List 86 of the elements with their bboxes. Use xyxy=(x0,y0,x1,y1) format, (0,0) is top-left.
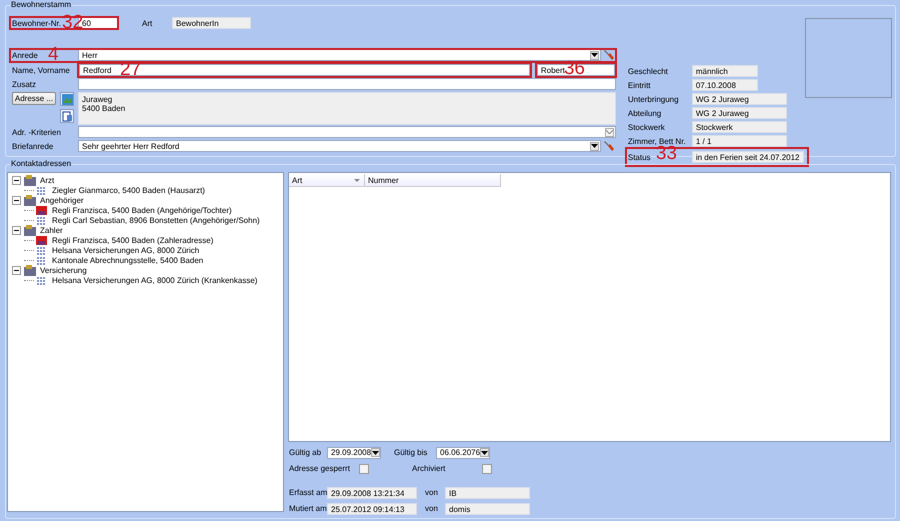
tree-item[interactable]: Regli Franzisca, 5400 Baden (Zahleradresse) xyxy=(52,236,214,244)
folder-icon xyxy=(24,174,36,186)
wrench-icon[interactable] xyxy=(602,48,616,62)
date-picker[interactable]: 06.06.2076 xyxy=(436,446,490,458)
address-button[interactable]: Adresse ... xyxy=(12,92,56,105)
field-label: Art xyxy=(141,18,154,28)
field-label: Zusatz xyxy=(11,80,38,88)
field-label: Abteilung xyxy=(628,108,662,118)
collapse-icon[interactable] xyxy=(12,226,21,234)
card-icon xyxy=(36,236,47,244)
address-text: Juraweg 5400 Baden xyxy=(78,92,616,125)
collapse-icon[interactable] xyxy=(12,176,21,184)
tree-item[interactable]: Regli Franzisca, 5400 Baden (Angehörige/Tochter) xyxy=(52,206,232,214)
callout-number: 27 xyxy=(120,61,142,79)
dropdown-arrow-icon xyxy=(604,128,614,136)
checkbox[interactable] xyxy=(482,464,492,474)
lines-icon xyxy=(36,256,47,264)
readonly-field: Stockwerk xyxy=(692,121,787,133)
readonly-field: WG 2 Juraweg xyxy=(692,107,787,119)
field-label: Bewohner-Nr. xyxy=(12,18,61,28)
field-label: Eintritt xyxy=(628,80,651,90)
readonly-field: IB xyxy=(445,486,530,498)
field-label: Name, Vorname xyxy=(11,66,71,74)
lines-icon xyxy=(36,186,47,194)
map-icon[interactable] xyxy=(60,92,74,106)
readonly-field: 29.09.2008 13:21:34 xyxy=(327,486,417,498)
field-label: Anrede xyxy=(12,50,38,60)
folder-icon xyxy=(24,224,36,236)
checkbox[interactable] xyxy=(359,464,369,474)
field-label: Archiviert xyxy=(411,464,446,473)
input-field[interactable] xyxy=(78,78,616,90)
field-label: Gültig bis xyxy=(393,448,428,457)
tree-item[interactable]: Arzt xyxy=(40,176,54,184)
date-picker[interactable]: 29.09.2008 xyxy=(327,446,381,458)
lines-icon xyxy=(36,276,47,284)
lines-icon xyxy=(36,246,47,254)
card-icon xyxy=(36,206,47,214)
dropdown[interactable]: Herr xyxy=(78,49,601,61)
field-label: Adr. -Kriterien xyxy=(11,128,62,136)
field-label: von xyxy=(424,504,439,513)
tree-item[interactable]: Ziegler Gianmarco, 5400 Baden (Hausarzt) xyxy=(52,186,205,194)
dropdown-arrow-icon xyxy=(371,448,380,457)
tree-item[interactable]: Angehöriger xyxy=(40,196,84,204)
dropdown-arrow-icon xyxy=(480,448,490,457)
callout-number: 33 xyxy=(656,145,677,163)
field-label: Briefanrede xyxy=(11,142,54,150)
field-label: Zimmer, Bett Nr. xyxy=(628,136,686,146)
column-header[interactable]: Nummer xyxy=(365,174,501,186)
readonly-field: in den Ferien seit 24.07.2012 xyxy=(692,151,804,163)
group-title: Kontaktadressen xyxy=(10,159,72,168)
field-label: Erfasst am xyxy=(288,488,327,497)
dropdown-arrow-icon xyxy=(590,142,599,150)
document-icon[interactable] xyxy=(60,109,74,123)
field-label: Geschlecht xyxy=(628,66,668,76)
readonly-field: WG 2 Juraweg xyxy=(692,93,787,105)
callout-number: 4 xyxy=(48,46,59,64)
tree-item[interactable]: Helsana Versicherungen AG, 8000 Zürich xyxy=(52,246,200,254)
field-label: Mutiert am xyxy=(288,504,327,513)
readonly-field: 07.10.2008 xyxy=(692,79,758,91)
readonly-field: domis xyxy=(445,502,530,514)
readonly-field: 25.07.2012 09:14:13 xyxy=(327,502,417,514)
tree-item[interactable]: Versicherung xyxy=(40,266,87,274)
folder-icon xyxy=(24,194,36,206)
column-header[interactable]: Art xyxy=(289,174,365,186)
field-label: von xyxy=(424,488,439,497)
collapse-icon[interactable] xyxy=(12,196,21,204)
field-label: Gültig ab xyxy=(288,448,322,457)
tree-item[interactable]: Kantonale Abrechnungsstelle, 5400 Baden xyxy=(52,256,204,264)
readonly-field: BewohnerIn xyxy=(172,17,251,29)
collapse-icon[interactable] xyxy=(12,266,21,274)
readonly-field: 1 / 1 xyxy=(692,135,787,147)
field-label: Adresse gesperrt xyxy=(288,464,351,473)
folder-icon xyxy=(24,264,36,276)
sort-icon xyxy=(354,179,360,182)
lines-icon xyxy=(36,216,47,224)
field-label: Status xyxy=(628,152,651,162)
readonly-field: männlich xyxy=(692,65,758,77)
tree-item[interactable]: Zahler xyxy=(40,226,63,234)
tree-item[interactable]: Helsana Versicherungen AG, 8000 Zürich (Krankenkasse) xyxy=(52,276,258,284)
dropdown[interactable]: Sehr geehrter Herr Redford xyxy=(78,140,601,152)
field-label: Unterbringung xyxy=(628,94,679,104)
dropdown-arrow-icon xyxy=(590,50,599,60)
group-title: Bewohnerstamm xyxy=(10,0,72,9)
field-label: Stockwerk xyxy=(628,122,665,132)
wrench-icon[interactable] xyxy=(602,140,616,152)
tree-item[interactable]: Regli Carl Sebastian, 8906 Bonstetten (Angehöriger/Sohn) xyxy=(52,216,260,224)
